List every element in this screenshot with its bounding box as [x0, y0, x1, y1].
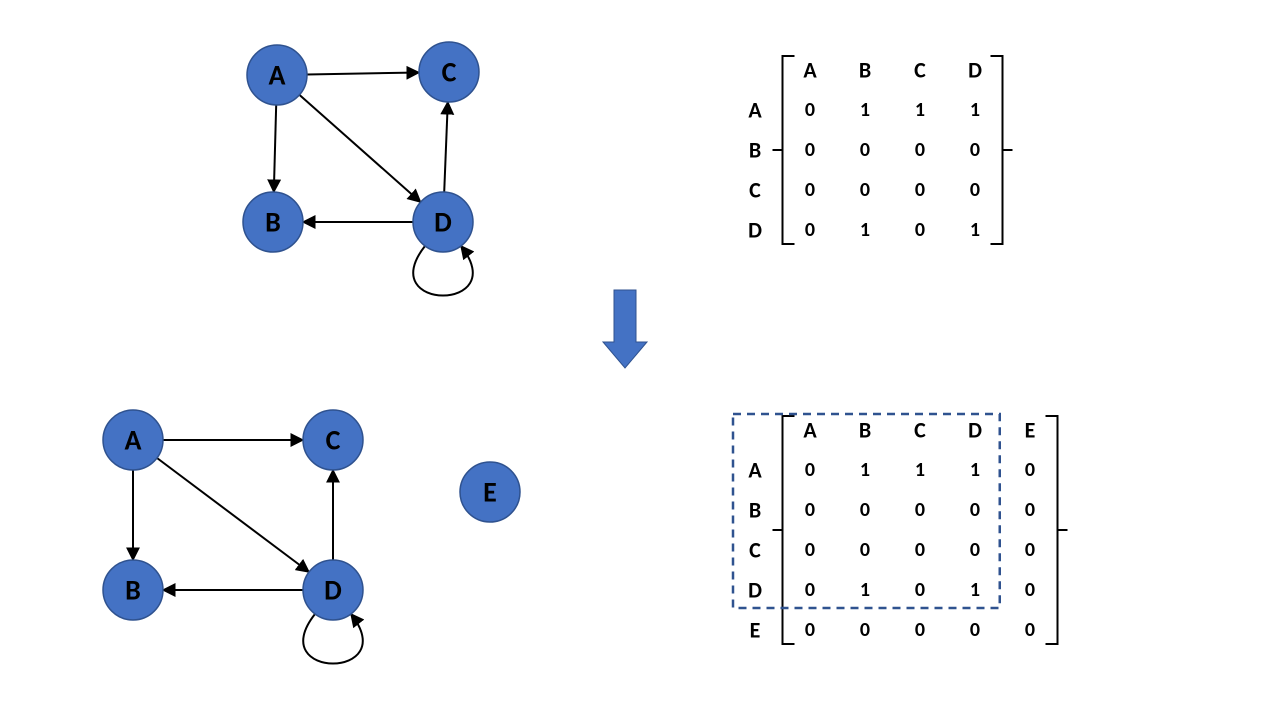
bottom-matrix-col-E: E — [1025, 417, 1036, 444]
top-graph-edge-A-D — [299, 95, 420, 202]
top-matrix-cell-0-1: 1 — [860, 98, 870, 122]
bottom-graph-edge-A-D — [157, 458, 309, 572]
bottom-matrix-cell-0-1: 1 — [860, 458, 870, 482]
top-matrix-col-C: C — [914, 57, 926, 84]
top-matrix-cell-2-2: 0 — [915, 178, 925, 202]
bottom-matrix-row-A: A — [748, 457, 762, 484]
bottom-matrix-cell-4-1: 0 — [860, 618, 870, 642]
bottom-matrix-col-A: A — [803, 417, 817, 444]
bottom-matrix-cell-4-0: 0 — [805, 618, 815, 642]
top-matrix-cell-1-1: 0 — [860, 138, 870, 162]
bottom-matrix-col-C: C — [914, 417, 926, 444]
top-matrix-cell-1-2: 0 — [915, 138, 925, 162]
top-matrix-cell-1-0: 0 — [805, 138, 815, 162]
top-matrix-cell-3-3: 1 — [970, 218, 980, 242]
bottom-matrix-cell-3-3: 1 — [970, 578, 980, 602]
bottom-matrix-cell-4-3: 0 — [970, 618, 980, 642]
top-matrix-cell-0-0: 0 — [805, 98, 815, 122]
bottom-matrix-cell-3-0: 0 — [805, 578, 815, 602]
bottom-graph-node-label-B: B — [125, 573, 141, 608]
top-matrix-col-A: A — [803, 57, 817, 84]
bottom-graph-node-label-A: A — [125, 423, 142, 458]
bottom-matrix-cell-1-4: 0 — [1025, 498, 1035, 522]
top-matrix-row-B: B — [749, 137, 761, 164]
top-matrix-col-B: B — [859, 57, 871, 84]
bottom-matrix-cell-2-3: 0 — [970, 538, 980, 562]
bottom-matrix-cell-2-2: 0 — [915, 538, 925, 562]
bottom-matrix-cell-0-3: 1 — [970, 458, 980, 482]
bottom-matrix-cell-0-0: 0 — [805, 458, 815, 482]
top-graph-node-label-A: A — [269, 58, 286, 93]
top-matrix-cell-1-3: 0 — [970, 138, 980, 162]
top-graph-node-label-C: C — [442, 55, 457, 90]
top-matrix-cell-0-2: 1 — [915, 98, 925, 122]
top-graph-edge-A-C — [307, 73, 419, 75]
top-graph-node-label-B: B — [265, 205, 281, 240]
top-matrix-cell-3-2: 0 — [915, 218, 925, 242]
top-matrix-cell-3-0: 0 — [805, 218, 815, 242]
top-graph-edge-A-B — [274, 105, 276, 192]
top-matrix-bracket-right — [991, 56, 1003, 244]
transition-arrow-icon — [603, 290, 647, 368]
top-matrix-cell-3-1: 1 — [860, 218, 870, 242]
bottom-matrix-cell-1-1: 0 — [860, 498, 870, 522]
bottom-matrix-cell-3-1: 1 — [860, 578, 870, 602]
bottom-graph-node-label-C: C — [326, 423, 341, 458]
bottom-graph-node-label-D: D — [324, 573, 342, 608]
bottom-matrix-cell-3-4: 0 — [1025, 578, 1035, 602]
top-matrix-col-D: D — [968, 57, 982, 84]
bottom-matrix-row-D: D — [748, 577, 762, 604]
top-matrix-row-D: D — [748, 217, 762, 244]
bottom-matrix-cell-4-4: 0 — [1025, 618, 1035, 642]
top-matrix-bracket-left — [783, 56, 795, 244]
top-matrix-row-A: A — [748, 97, 762, 124]
bottom-matrix-bracket-right — [1046, 416, 1058, 644]
bottom-matrix-bracket-left — [783, 416, 795, 644]
bottom-graph-edge-D-D — [303, 614, 363, 664]
bottom-matrix-row-B: B — [749, 497, 761, 524]
top-graph-edge-D-D — [413, 246, 473, 296]
top-matrix-row-C: C — [749, 177, 761, 204]
bottom-matrix-col-B: B — [859, 417, 871, 444]
bottom-matrix-cell-1-0: 0 — [805, 498, 815, 522]
bottom-matrix-cell-3-2: 0 — [915, 578, 925, 602]
top-matrix-cell-2-3: 0 — [970, 178, 980, 202]
bottom-matrix-cell-1-2: 0 — [915, 498, 925, 522]
bottom-matrix-cell-2-1: 0 — [860, 538, 870, 562]
top-matrix-cell-0-3: 1 — [970, 98, 980, 122]
bottom-matrix-cell-1-3: 0 — [970, 498, 980, 522]
top-matrix-cell-2-0: 0 — [805, 178, 815, 202]
top-matrix-cell-2-1: 0 — [860, 178, 870, 202]
bottom-matrix-cell-2-0: 0 — [805, 538, 815, 562]
bottom-graph-node-label-E: E — [483, 475, 497, 510]
bottom-matrix-cell-0-4: 0 — [1025, 458, 1035, 482]
bottom-matrix-cell-0-2: 1 — [915, 458, 925, 482]
top-graph-edge-D-C — [444, 102, 448, 192]
bottom-matrix-cell-4-2: 0 — [915, 618, 925, 642]
bottom-matrix-col-D: D — [968, 417, 982, 444]
top-graph-node-label-D: D — [434, 205, 452, 240]
bottom-matrix-row-C: C — [749, 537, 761, 564]
bottom-matrix-cell-2-4: 0 — [1025, 538, 1035, 562]
bottom-matrix-row-E: E — [750, 617, 761, 644]
